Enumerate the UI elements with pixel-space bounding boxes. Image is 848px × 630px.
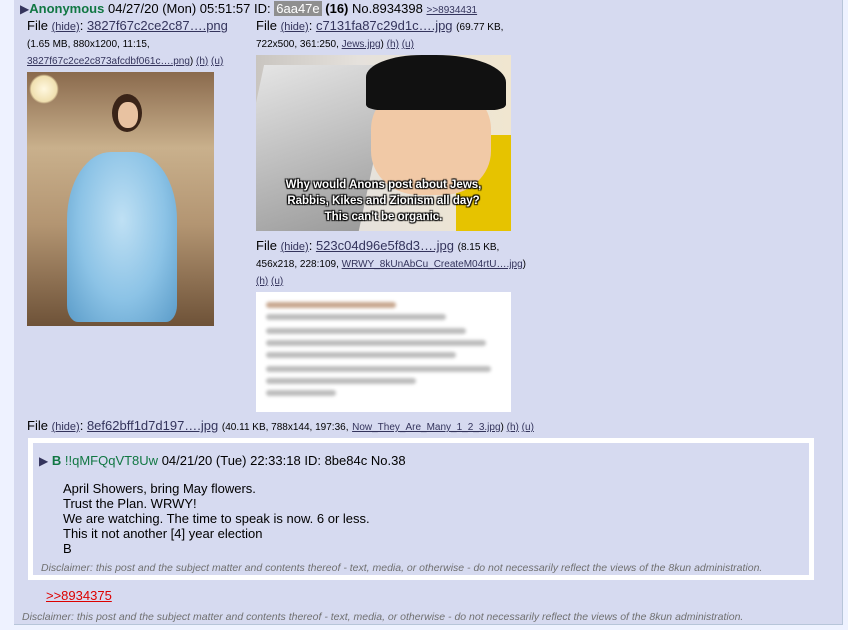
poster-id-count: (16) xyxy=(325,1,349,16)
caption-line: Why would Anons post about Jews, xyxy=(285,179,482,191)
original-filename-link[interactable]: Now_They_Are_Many_1_2_3.jpg xyxy=(352,422,500,433)
poster-id[interactable]: 6aa47e xyxy=(274,1,322,16)
meta-end: ) xyxy=(380,39,384,50)
hide-file-link[interactable]: (hide) xyxy=(281,241,309,253)
file-meta: (8.15 KB, xyxy=(457,242,500,253)
file-meta: (40.11 KB, 788x144, 197:36, xyxy=(221,422,349,433)
file-label: File xyxy=(27,18,48,33)
file-meta-2: 456x218, 228:109, xyxy=(256,259,339,270)
quoted-tripcode: !!qMFQqVT8Uw xyxy=(64,453,159,468)
original-filename-link[interactable]: WRWY_8kUnAbCu_CreateM04rtU….jpg xyxy=(342,259,523,270)
post-datetime: 04/27/20 (Mon) 05:51:57 xyxy=(107,1,251,16)
image-caption: Why would Anons post about Jews, Rabbis,… xyxy=(256,177,511,225)
blurred-text-line xyxy=(266,378,416,384)
file-meta: (1.65 MB, 880x1200, 11:15, xyxy=(27,39,150,50)
original-filename-link[interactable]: 3827f67c2ce2c873afcdbf061c….png xyxy=(27,56,190,67)
file-label: File xyxy=(256,18,277,33)
u-link[interactable]: (u) xyxy=(271,276,283,287)
file-thumbnail-3[interactable] xyxy=(256,292,511,412)
quoted-poster-name: B xyxy=(51,453,62,468)
meta-end: ) xyxy=(522,259,526,270)
file-label: File xyxy=(256,238,277,253)
hide-file-link[interactable]: (hide) xyxy=(52,21,80,33)
h-link[interactable]: (h) xyxy=(387,39,399,50)
file-thumbnail-1[interactable] xyxy=(27,72,214,326)
post-intro: ▶Anonymous 04/27/20 (Mon) 05:51:57 ID: 6… xyxy=(20,1,477,16)
file-link[interactable]: 3827f67c2ce2c87….png xyxy=(87,18,228,33)
quoted-datetime: 04/21/20 (Tue) 22:33:18 xyxy=(161,453,301,468)
reply-backlink[interactable]: >>8934431 xyxy=(426,5,477,16)
body-line: Trust the Plan. WRWY! xyxy=(63,496,197,511)
h-link[interactable]: (h) xyxy=(507,422,519,433)
blurred-text-line xyxy=(266,328,466,334)
file-link[interactable]: c7131fa87c29d1c….jpg xyxy=(316,18,453,33)
quoted-disclaimer: Disclaimer: this post and the subject ma… xyxy=(41,562,763,574)
post-container: ▶Anonymous 04/27/20 (Mon) 05:51:57 ID: 6… xyxy=(14,0,843,625)
file-link[interactable]: 8ef62bff1d7d197….jpg xyxy=(87,418,218,433)
photo-face xyxy=(118,102,138,128)
poster-name: Anonymous xyxy=(29,1,105,16)
hair-shape xyxy=(366,55,506,110)
blurred-text-line xyxy=(266,314,446,320)
quoted-post-number[interactable]: No.38 xyxy=(371,453,406,468)
flower-decoration xyxy=(29,74,59,104)
quoted-post-body: April Showers, bring May flowers. Trust … xyxy=(63,481,370,556)
photo-dress xyxy=(67,152,177,322)
file-meta-2: 722x500, 361:250, xyxy=(256,39,339,50)
post-toggle-arrow-icon[interactable]: ▶ xyxy=(20,2,29,16)
quoted-post-frame: ▶ B !!qMFQqVT8Uw 04/21/20 (Tue) 22:33:18… xyxy=(28,438,814,580)
hide-file-link[interactable]: (hide) xyxy=(52,421,80,433)
file-info-4: File (hide): 8ef62bff1d7d197….jpg (40.11… xyxy=(27,418,534,433)
file-label: File xyxy=(27,418,48,433)
post-number[interactable]: No.8934398 xyxy=(352,1,423,16)
post-id-label: ID: xyxy=(254,1,271,16)
quote-backlink[interactable]: >>8934375 xyxy=(46,588,112,603)
quoted-toggle-arrow-icon[interactable]: ▶ xyxy=(39,454,48,468)
blurred-text-line xyxy=(266,302,396,308)
post-disclaimer: Disclaimer: this post and the subject ma… xyxy=(22,611,744,623)
quoted-post-intro: ▶ B !!qMFQqVT8Uw 04/21/20 (Tue) 22:33:18… xyxy=(39,453,406,468)
file-link[interactable]: 523c04d96e5f8d3….jpg xyxy=(316,238,454,253)
meta-end: ) xyxy=(500,422,504,433)
meta-end: ) xyxy=(189,56,194,67)
quoted-id-label: ID: xyxy=(304,453,321,468)
file-info-2: File (hide): c7131fa87c29d1c….jpg (69.77… xyxy=(256,18,504,50)
caption-line: Rabbis, Kikes and Zionism all day? xyxy=(287,195,480,207)
original-filename-link[interactable]: Jews.jpg xyxy=(342,39,381,50)
h-link[interactable]: (h) xyxy=(196,56,208,67)
file-info-1: File (hide): 3827f67c2ce2c87….png (1.65 … xyxy=(27,17,247,70)
u-link[interactable]: (u) xyxy=(522,422,534,433)
blurred-text-line xyxy=(266,390,336,396)
blurred-text-line xyxy=(266,366,491,372)
hide-file-link[interactable]: (hide) xyxy=(281,21,309,33)
quoted-poster-id[interactable]: 8be84c xyxy=(325,453,368,468)
quoted-post: ▶ B !!qMFQqVT8Uw 04/21/20 (Tue) 22:33:18… xyxy=(33,443,809,575)
file-meta: (69.77 KB, xyxy=(456,22,504,33)
u-link[interactable]: (u) xyxy=(211,56,223,67)
body-line: This it not another [4] year election xyxy=(63,526,263,541)
blurred-text-line xyxy=(266,340,486,346)
h-link[interactable]: (h) xyxy=(256,276,268,287)
body-line: We are watching. The time to speak is no… xyxy=(63,511,370,526)
file-thumbnail-2[interactable]: Why would Anons post about Jews, Rabbis,… xyxy=(256,55,511,231)
u-link[interactable]: (u) xyxy=(402,39,414,50)
caption-line: This can't be organic. xyxy=(324,211,443,223)
body-line: B xyxy=(63,541,72,556)
file-info-3: File (hide): 523c04d96e5f8d3….jpg (8.15 … xyxy=(256,238,526,287)
body-line: April Showers, bring May flowers. xyxy=(63,481,256,496)
blurred-text-line xyxy=(266,352,456,358)
